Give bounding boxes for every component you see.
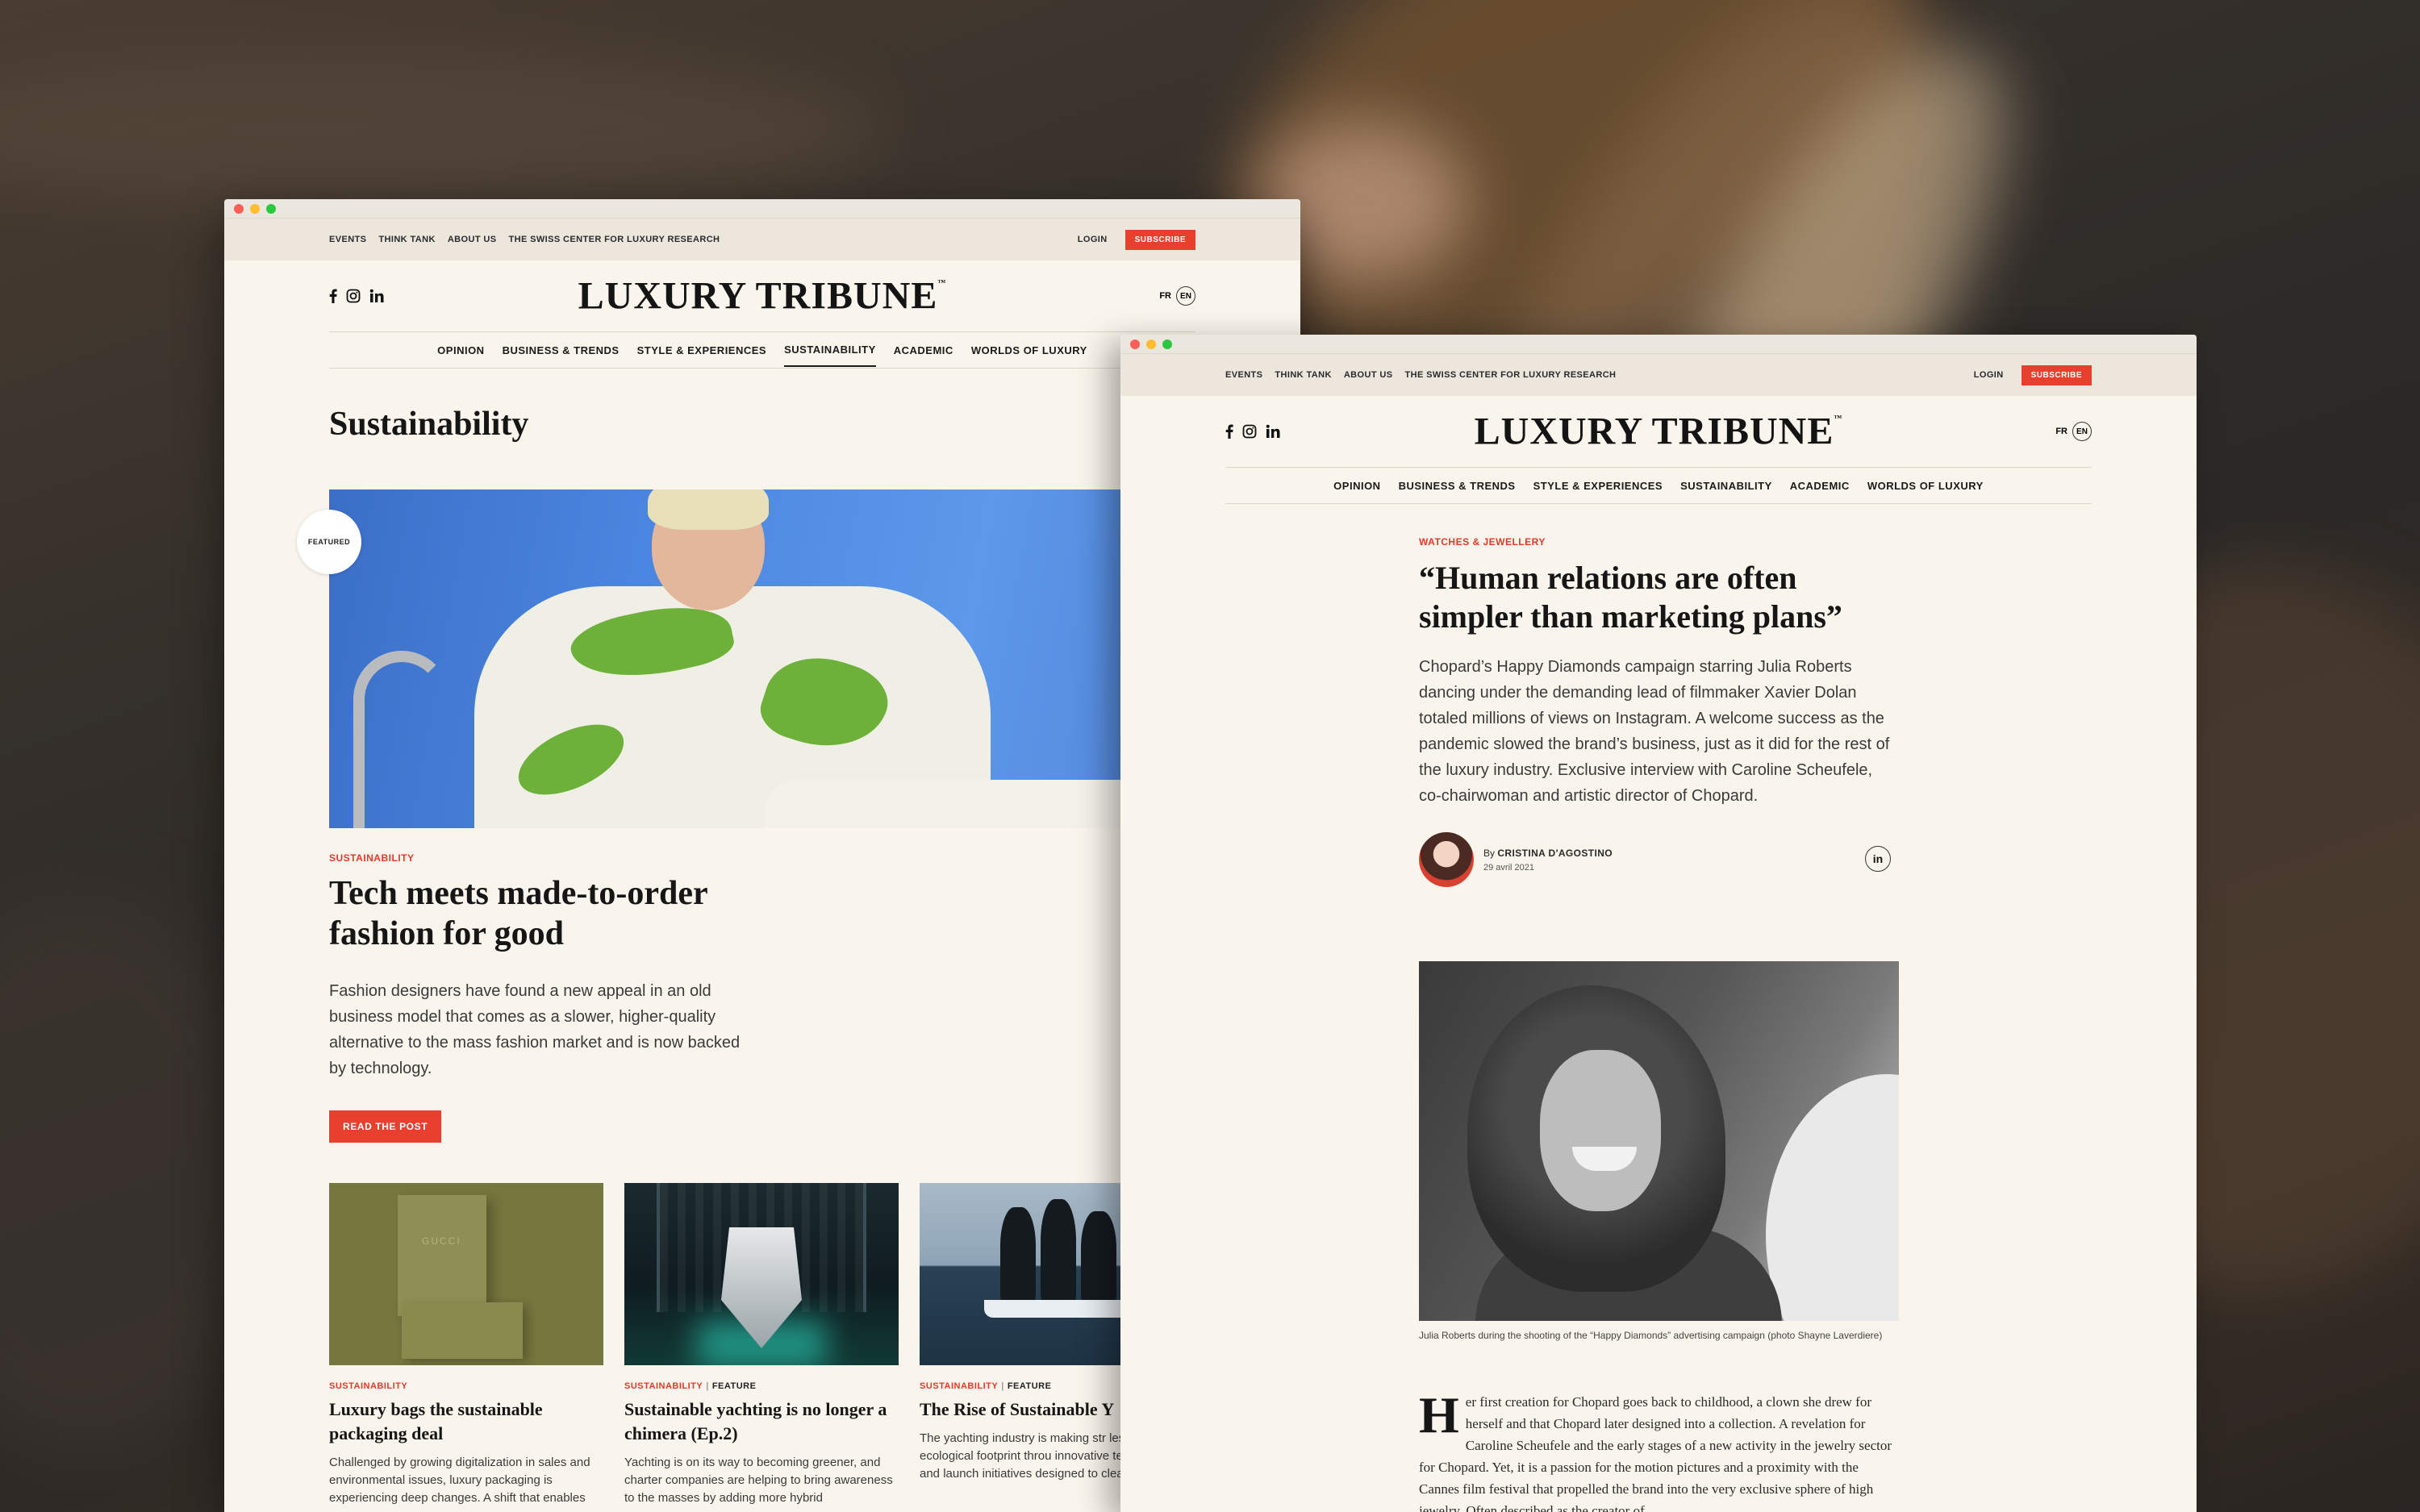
site-logo[interactable]: LUXURY TRIBUNE™ [578,274,947,319]
facebook-icon[interactable] [329,289,337,303]
language-switcher: FR EN [1159,286,1195,306]
lang-en[interactable]: EN [2072,422,2092,441]
nav-academic[interactable]: ACADEMIC [1790,480,1850,492]
author-avatar[interactable] [1419,832,1474,887]
util-link-events[interactable]: EVENTS [1225,370,1262,380]
article-category[interactable]: WATCHES & JEWELLERY [1419,536,1899,548]
window-titlebar [1120,335,2197,354]
browser-window-article-page: EVENTS THINK TANK ABOUT US THE SWISS CEN… [1120,335,2197,1512]
linkedin-icon[interactable] [369,289,384,303]
nav-business-trends[interactable]: BUSINESS & TRENDS [503,344,620,356]
utility-bar: EVENTS THINK TANK ABOUT US THE SWISS CEN… [224,219,1300,260]
card-excerpt: Challenged by growing digitalization in … [329,1456,590,1505]
lang-en[interactable]: EN [1176,286,1195,306]
card-title[interactable]: Luxury bags the sustainable packaging de… [329,1397,603,1446]
subscribe-button[interactable]: SUBSCRIBE [1124,229,1195,250]
social-links [1225,424,1280,439]
nav-worlds-of-luxury[interactable]: WORLDS OF LUXURY [971,344,1087,356]
drop-cap: H [1419,1386,1459,1443]
hero-category[interactable]: SUSTAINABILITY [329,852,765,864]
hero-title[interactable]: Tech meets made-to-order fashion for goo… [329,873,765,954]
nav-academic[interactable]: ACADEMIC [894,344,953,356]
util-link-swiss-center[interactable]: THE SWISS CENTER FOR LUXURY RESEARCH [508,235,720,244]
hero-excerpt: Fashion designers have found a new appea… [329,982,741,1077]
article-thumbnail[interactable]: GUCCI [329,1183,603,1365]
byline: By CRISTINA D'AGOSTINO 29 avril 2021 in [1419,831,1899,888]
linkedin-share-icon[interactable]: in [1865,846,1891,872]
card-category[interactable]: SUSTAINABILITY [920,1381,998,1391]
section-title: Sustainability [329,406,529,443]
article-card[interactable]: GUCCI SUSTAINABILITY Luxury bags the sus… [329,1183,603,1507]
instagram-icon[interactable] [346,289,361,303]
util-link-think-tank[interactable]: THINK TANK [1275,370,1331,380]
maximize-window-button[interactable] [266,203,276,214]
site-logo[interactable]: LUXURY TRIBUNE™ [1475,410,1843,454]
login-link[interactable]: LOGIN [1974,370,2004,380]
window-titlebar [224,199,1300,219]
card-category[interactable]: SUSTAINABILITY [624,1381,703,1391]
masthead: LUXURY TRIBUNE™ FR EN [1225,396,2092,467]
nav-style-experiences[interactable]: STYLE & EXPERIENCES [637,344,766,356]
social-links [329,289,384,303]
maximize-window-button[interactable] [1162,339,1172,349]
lang-fr[interactable]: FR [2055,427,2067,436]
card-excerpt: Yachting is on its way to becoming green… [624,1456,893,1505]
nav-business-trends[interactable]: BUSINESS & TRENDS [1399,480,1516,492]
article-card[interactable]: SUSTAINABILITY | FEATURE Sustainable yacht… [624,1183,899,1507]
hero-article-card: SUSTAINABILITY Tech meets made-to-order … [329,828,765,1183]
nav-style-experiences[interactable]: STYLE & EXPERIENCES [1533,480,1663,492]
facebook-icon[interactable] [1225,424,1233,439]
util-link-about-us[interactable]: ABOUT US [448,235,497,244]
util-link-think-tank[interactable]: THINK TANK [378,235,435,244]
masthead: LUXURY TRIBUNE™ FR EN [329,260,1195,331]
read-the-post-button[interactable]: READ THE POST [329,1110,442,1143]
article-header: WATCHES & JEWELLERY “Human relations are… [1419,536,1899,888]
minimize-window-button[interactable] [250,203,260,214]
nav-worlds-of-luxury[interactable]: WORLDS OF LUXURY [1867,480,1984,492]
login-link[interactable]: LOGIN [1078,235,1108,244]
card-tag: FEATURE [711,1381,757,1391]
publish-date: 29 avril 2021 [1483,862,1534,873]
close-window-button[interactable] [234,203,244,214]
article-title: “Human relations are often simpler than … [1419,560,1842,635]
article-photo [1419,961,1899,1321]
nav-sustainability[interactable]: SUSTAINABILITY [1680,480,1772,492]
author-name[interactable]: CRISTINA D'AGOSTINO [1497,848,1613,859]
nav-opinion[interactable]: OPINION [1333,480,1380,492]
linkedin-icon[interactable] [1266,424,1280,439]
language-switcher: FR EN [2055,422,2092,441]
article-grid: GUCCI SUSTAINABILITY Luxury bags the sus… [329,1183,1194,1507]
util-link-swiss-center[interactable]: THE SWISS CENTER FOR LUXURY RESEARCH [1404,370,1616,380]
subscribe-button[interactable]: SUBSCRIBE [2021,364,2092,385]
close-window-button[interactable] [1130,339,1140,349]
card-category[interactable]: SUSTAINABILITY [329,1381,407,1391]
card-tag: FEATURE [1007,1381,1052,1391]
util-link-events[interactable]: EVENTS [329,235,366,244]
article-body: Her first creation for Chopard goes back… [1419,1386,1899,1512]
main-nav: OPINION BUSINESS & TRENDS STYLE & EXPERI… [1225,467,2092,504]
main-nav: OPINION BUSINESS & TRENDS STYLE & EXPERI… [329,331,1195,369]
hero-image[interactable] [329,489,1216,828]
author-info: By CRISTINA D'AGOSTINO 29 avril 2021 [1483,848,1613,873]
instagram-icon[interactable] [1242,424,1257,439]
photo-caption: Julia Roberts during the shooting of the… [1419,1330,1883,1341]
nav-opinion[interactable]: OPINION [437,344,484,356]
card-title[interactable]: Sustainable yachting is no longer a chim… [624,1397,899,1446]
minimize-window-button[interactable] [1146,339,1156,349]
article-thumbnail[interactable] [624,1183,899,1365]
nav-sustainability[interactable]: SUSTAINABILITY [784,333,876,367]
featured-badge: FEATURED [297,510,361,574]
article-lede: Chopard’s Happy Diamonds campaign starri… [1419,658,1890,805]
util-link-about-us[interactable]: ABOUT US [1344,370,1393,380]
byline-prefix: By [1483,847,1496,859]
utility-bar: EVENTS THINK TANK ABOUT US THE SWISS CEN… [1120,354,2197,396]
article-body-text: er first creation for Chopard goes back … [1419,1394,1892,1512]
lang-fr[interactable]: FR [1159,291,1171,301]
